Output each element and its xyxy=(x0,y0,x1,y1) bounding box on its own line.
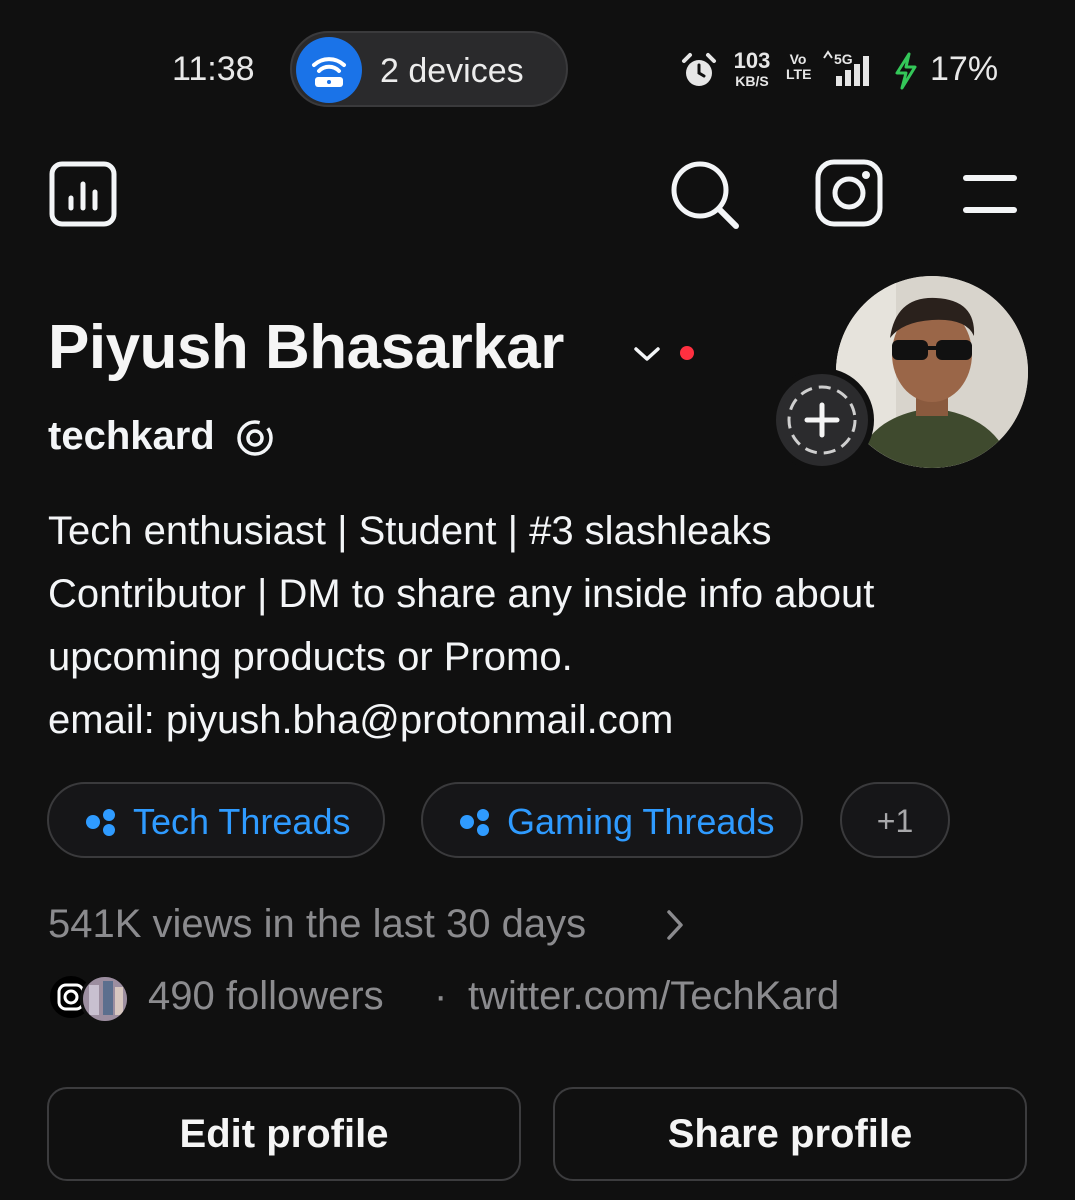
charging-bolt-icon xyxy=(895,52,917,90)
chevron-right-icon[interactable] xyxy=(664,908,686,942)
hotspot-icon xyxy=(296,37,362,103)
volte-indicator: Vo LTE xyxy=(786,51,812,82)
search-icon[interactable] xyxy=(668,158,740,230)
channel-chip-label: Gaming Threads xyxy=(507,801,775,842)
followers-count[interactable]: 490 followers xyxy=(148,974,384,1019)
profile-link[interactable]: twitter.com/TechKard xyxy=(468,974,839,1019)
status-bar: 11:38 2 devices 103 KB/S Vo LTE 5G 17% xyxy=(0,0,1075,140)
profile-name: Piyush Bhasarkar xyxy=(48,313,564,382)
username: techkard xyxy=(48,414,215,458)
share-profile-button[interactable]: Share profile xyxy=(553,1087,1027,1181)
svg-text:5G: 5G xyxy=(834,51,853,67)
follower-avatar xyxy=(80,974,130,1024)
net-speed: 103 KB/S xyxy=(733,48,771,89)
separator: · xyxy=(434,974,448,1018)
bio: Tech enthusiast | Student | #3 slashleak… xyxy=(48,500,1028,752)
channel-chip-label: +1 xyxy=(876,803,914,839)
hotspot-indicator[interactable]: 2 devices xyxy=(290,31,568,107)
add-story-button[interactable] xyxy=(770,368,874,472)
channel-chip-more[interactable]: +1 xyxy=(840,782,950,858)
channel-dots-icon xyxy=(460,809,489,836)
alarm-icon xyxy=(682,53,716,86)
bio-email[interactable]: email: piyush.bha@protonmail.com xyxy=(48,689,1028,752)
followers-row: 490 followers · twitter.com/TechKard xyxy=(48,972,1028,1024)
edit-profile-button[interactable]: Edit profile xyxy=(47,1087,521,1181)
channel-dots-icon xyxy=(86,809,115,836)
insights-icon[interactable] xyxy=(48,160,118,228)
bio-line: Contributor | DM to share any inside inf… xyxy=(48,572,875,616)
hotspot-label: 2 devices xyxy=(380,52,524,90)
bio-line: upcoming products or Promo. xyxy=(48,635,573,679)
notification-dot xyxy=(680,346,694,360)
signal-icon: 5G xyxy=(823,50,869,86)
views-insights-link[interactable]: 541K views in the last 30 days xyxy=(48,902,586,947)
status-time: 11:38 xyxy=(172,50,255,88)
channel-chip-gaming-threads[interactable]: Gaming Threads xyxy=(421,782,803,858)
chevron-down-icon[interactable] xyxy=(632,344,662,364)
bio-line: Tech enthusiast | Student | #3 slashleak… xyxy=(48,509,772,553)
channel-chip-label: Tech Threads xyxy=(133,801,351,842)
channel-chip-tech-threads[interactable]: Tech Threads xyxy=(47,782,385,858)
threads-badge-icon[interactable] xyxy=(234,417,276,459)
menu-icon[interactable] xyxy=(960,170,1020,218)
instagram-icon[interactable] xyxy=(814,158,884,228)
battery-percentage: 17% xyxy=(930,50,999,88)
